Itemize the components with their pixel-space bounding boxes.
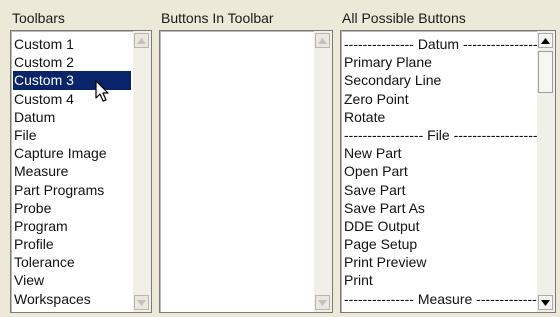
toolbars-header: Toolbars [12, 10, 65, 26]
toolbar-list-item[interactable]: Workspaces [13, 290, 131, 308]
all-possible-buttons-scroll-up-button[interactable] [538, 33, 553, 48]
toolbar-list-item[interactable]: Custom 1 [13, 35, 131, 53]
all-possible-buttons-list: --------------- Datum ------------------… [343, 35, 555, 308]
all-possible-buttons-list-item[interactable]: --------------- Measure ----------------… [343, 290, 555, 308]
toolbar-list-item[interactable]: Profile [13, 235, 131, 253]
toolbar-list-item[interactable]: Capture Image [13, 144, 131, 162]
all-possible-buttons-list-item[interactable]: Rotate [343, 108, 535, 126]
all-possible-buttons-scroll-thumb[interactable] [538, 51, 553, 93]
down-arrow-icon [137, 299, 146, 306]
toolbar-list-item[interactable]: File [13, 126, 131, 144]
all-possible-buttons-list-item[interactable]: Secondary Line [343, 71, 535, 89]
buttons-in-toolbar-scroll-down-button[interactable] [315, 295, 330, 310]
buttons-in-toolbar-scroll-up-button[interactable] [315, 33, 330, 48]
down-arrow-icon [318, 299, 327, 306]
toolbar-list-item[interactable]: Datum [13, 108, 131, 126]
toolbar-list-item[interactable]: Custom 4 [13, 90, 131, 108]
toolbar-list-item[interactable]: Program [13, 217, 131, 235]
up-arrow-icon [541, 37, 550, 44]
all-possible-buttons-list-item[interactable]: Save Part [343, 181, 535, 199]
all-possible-buttons-scroll-down-button[interactable] [538, 295, 553, 310]
toolbars-scroll-up-button[interactable] [134, 33, 149, 48]
all-possible-buttons-list-item[interactable]: Zero Point [343, 90, 535, 108]
buttons-in-toolbar-header: Buttons In Toolbar [161, 10, 274, 26]
all-possible-buttons-list-item[interactable]: DDE Output [343, 217, 535, 235]
all-possible-buttons-list-item[interactable]: Print [343, 271, 535, 289]
all-possible-buttons-list-item[interactable]: ----------------- File -----------------… [343, 126, 547, 144]
toolbar-list-item[interactable]: Custom 3 [13, 71, 131, 90]
toolbar-list-item[interactable]: Part Programs [13, 181, 131, 199]
toolbar-list-item[interactable]: Tolerance [13, 253, 131, 271]
toolbars-listbox[interactable]: Custom 1 Custom 2 Custom 3 Custom 4 Datum Fil… [10, 30, 152, 313]
all-possible-buttons-list-item[interactable]: Primary Plane [343, 53, 535, 71]
mouse-pointer-icon [95, 80, 109, 102]
buttons-in-toolbar-listbox[interactable] [159, 30, 333, 313]
toolbars-list: Custom 1 Custom 2 Custom 3 Custom 4 Datum Fil… [13, 35, 131, 308]
all-possible-buttons-list-item[interactable]: --------------- Datum ------------------… [343, 35, 555, 53]
up-arrow-icon [318, 37, 327, 44]
toolbars-scrollbar[interactable] [133, 31, 151, 312]
toolbar-list-item[interactable]: View [13, 271, 131, 289]
all-possible-buttons-list-item[interactable]: Page Setup [343, 235, 535, 253]
buttons-in-toolbar-scrollbar[interactable] [314, 31, 332, 312]
toolbar-list-item[interactable]: Custom 2 [13, 53, 131, 71]
all-possible-buttons-header: All Possible Buttons [342, 10, 466, 26]
toolbars-scroll-down-button[interactable] [134, 295, 149, 310]
down-arrow-icon [541, 299, 550, 306]
all-possible-buttons-list-item[interactable]: Save Part As [343, 199, 535, 217]
toolbar-list-item[interactable]: Measure [13, 162, 131, 180]
all-possible-buttons-listbox[interactable]: --------------- Datum ------------------… [340, 30, 556, 313]
all-possible-buttons-list-item[interactable]: Print Preview [343, 253, 535, 271]
up-arrow-icon [137, 37, 146, 44]
toolbar-list-item[interactable]: Probe [13, 199, 131, 217]
all-possible-buttons-list-item[interactable]: New Part [343, 144, 535, 162]
all-possible-buttons-list-item[interactable]: Open Part [343, 162, 535, 180]
all-possible-buttons-scrollbar[interactable] [537, 31, 555, 312]
